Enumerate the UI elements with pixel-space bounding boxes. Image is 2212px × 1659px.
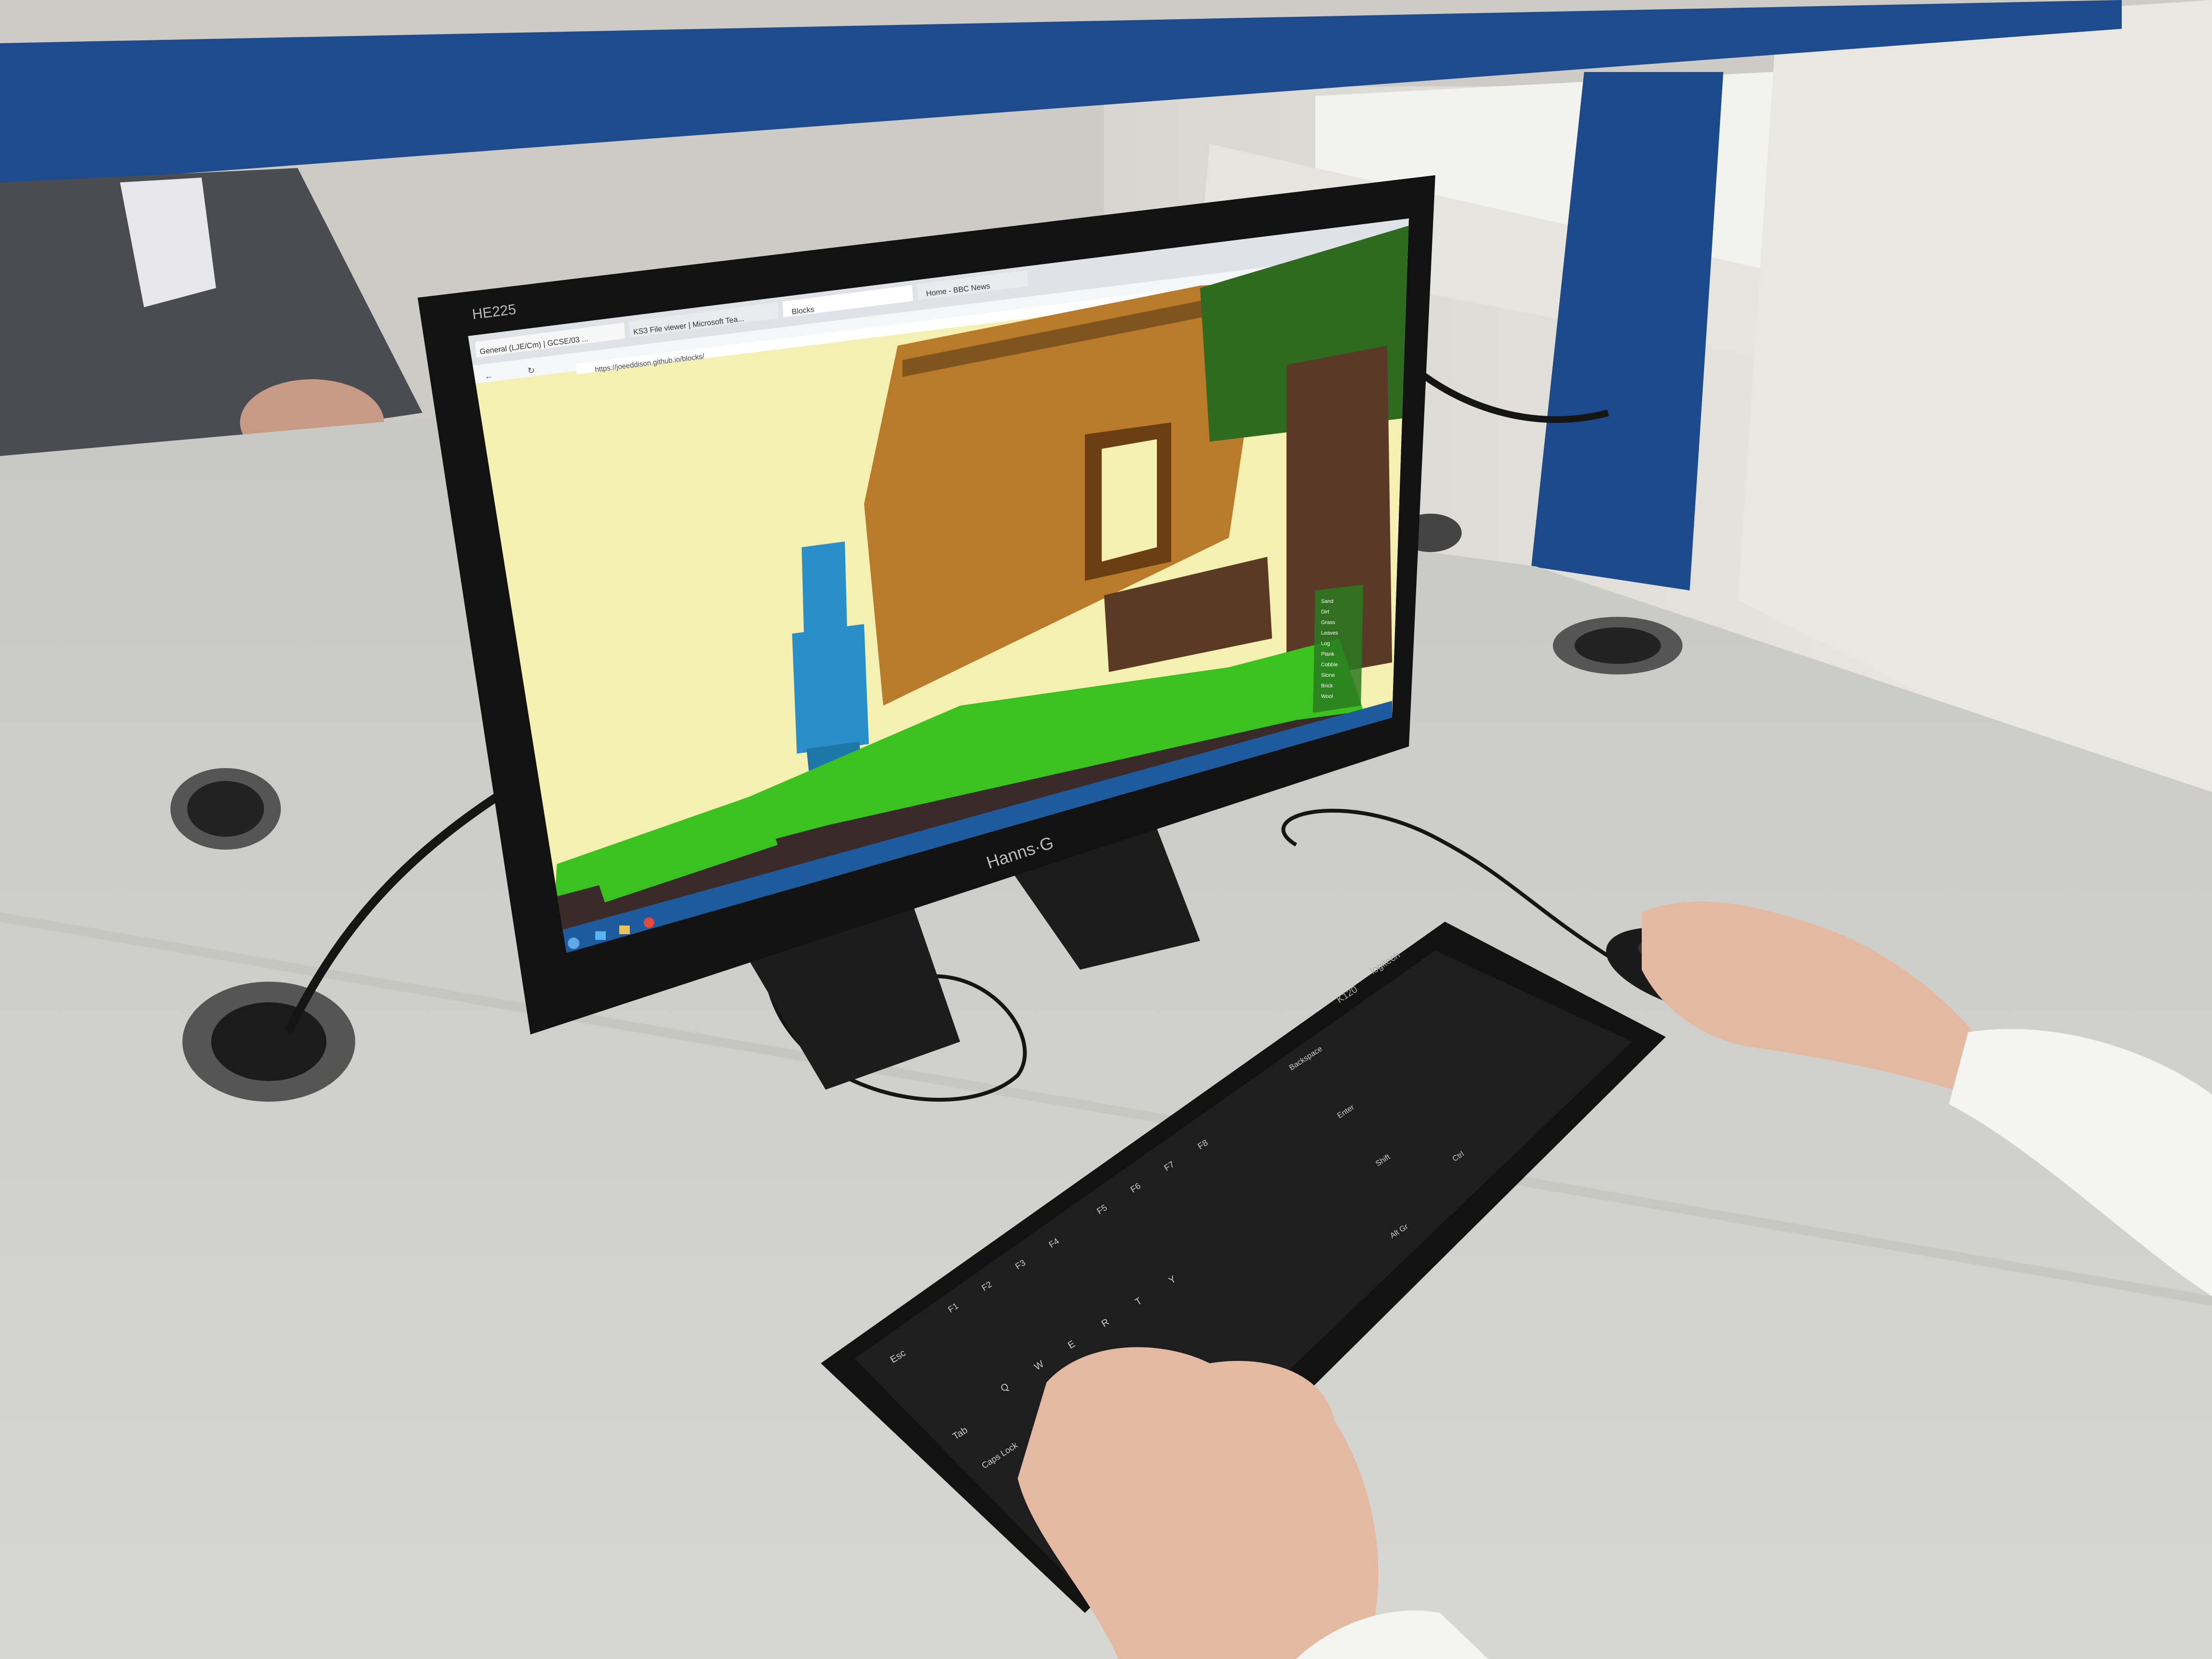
folder-icon[interactable]	[619, 926, 630, 934]
inventory-item[interactable]: Wool	[1321, 694, 1333, 699]
inventory-item[interactable]: Dirt	[1321, 609, 1329, 615]
chrome-icon[interactable]	[644, 917, 654, 928]
cable-grommet-front	[211, 1002, 326, 1081]
window-opening	[1102, 439, 1157, 562]
back-icon[interactable]: ←	[484, 371, 493, 381]
reload-icon[interactable]: ↻	[527, 365, 535, 376]
ie-icon[interactable]	[595, 931, 606, 940]
inventory-item[interactable]: Leaves	[1321, 630, 1338, 636]
inventory-item[interactable]: Log	[1321, 641, 1330, 647]
inventory-item[interactable]: Sand	[1321, 599, 1334, 604]
inventory-panel: Sand Dirt Grass Leaves Log Plank Cobble …	[1313, 585, 1363, 713]
start-icon[interactable]	[568, 938, 579, 949]
inventory-item[interactable]: Plank	[1321, 651, 1334, 657]
photo-scene: HE225 Hanns·G General (LJE/Cm) | GCSE/03…	[0, 0, 2212, 1659]
inventory-item[interactable]: Cobble	[1321, 662, 1338, 668]
inventory-item[interactable]: Brick	[1321, 683, 1333, 689]
inventory-item[interactable]: Stone	[1321, 673, 1335, 678]
inventory-item[interactable]: Grass	[1321, 620, 1335, 625]
cable-grommet-right	[1575, 627, 1661, 664]
cable-grommet-left	[187, 781, 264, 837]
